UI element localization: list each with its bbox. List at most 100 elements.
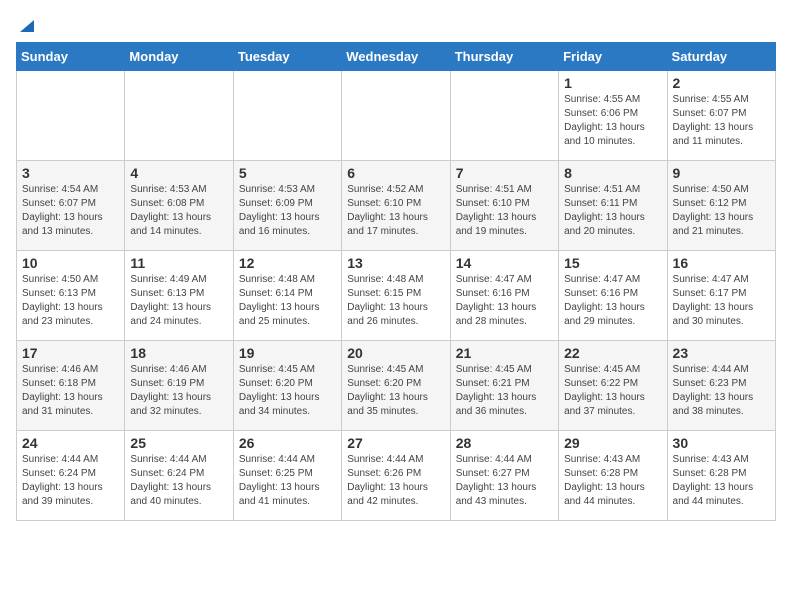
- day-info: Sunrise: 4:50 AM Sunset: 6:12 PM Dayligh…: [673, 183, 770, 239]
- week-row-2: 3 Sunrise: 4:54 AM Sunset: 6:07 PM Daylig…: [17, 161, 776, 251]
- day-info: Sunrise: 4:50 AM Sunset: 6:13 PM Dayligh…: [22, 273, 119, 329]
- day-info: Sunrise: 4:43 AM Sunset: 6:28 PM Dayligh…: [673, 453, 770, 509]
- day-info: Sunrise: 4:46 AM Sunset: 6:18 PM Dayligh…: [22, 363, 119, 419]
- day-number: 22: [564, 345, 661, 361]
- calendar-cell: 22 Sunrise: 4:45 AM Sunset: 6:22 PM Dayli…: [559, 341, 667, 431]
- day-number: 29: [564, 435, 661, 451]
- day-info: Sunrise: 4:49 AM Sunset: 6:13 PM Dayligh…: [130, 273, 227, 329]
- week-row-5: 24Sunrise: 4:44 AM Sunset: 6:24 PM Dayli…: [17, 431, 776, 521]
- day-info: Sunrise: 4:45 AM Sunset: 6:21 PM Dayligh…: [456, 363, 553, 419]
- day-header-thursday: Thursday: [450, 43, 558, 71]
- calendar-cell: 3 Sunrise: 4:54 AM Sunset: 6:07 PM Daylig…: [17, 161, 125, 251]
- calendar-cell: 14 Sunrise: 4:47 AM Sunset: 6:16 PM Dayli…: [450, 251, 558, 341]
- day-info: Sunrise: 4:44 AM Sunset: 6:24 PM Dayligh…: [22, 453, 119, 509]
- calendar-cell: 17 Sunrise: 4:46 AM Sunset: 6:18 PM Dayli…: [17, 341, 125, 431]
- week-row-3: 10 Sunrise: 4:50 AM Sunset: 6:13 PM Dayli…: [17, 251, 776, 341]
- day-info: Sunrise: 4:45 AM Sunset: 6:20 PM Dayligh…: [239, 363, 336, 419]
- calendar-cell: 21 Sunrise: 4:45 AM Sunset: 6:21 PM Dayli…: [450, 341, 558, 431]
- day-info: Sunrise: 4:45 AM Sunset: 6:20 PM Dayligh…: [347, 363, 444, 419]
- day-info: Sunrise: 4:45 AM Sunset: 6:22 PM Dayligh…: [564, 363, 661, 419]
- calendar-cell: 10 Sunrise: 4:50 AM Sunset: 6:13 PM Dayli…: [17, 251, 125, 341]
- day-info: Sunrise: 4:47 AM Sunset: 6:16 PM Dayligh…: [564, 273, 661, 329]
- day-header-monday: Monday: [125, 43, 233, 71]
- day-number: 9: [673, 165, 770, 181]
- calendar-cell: [17, 71, 125, 161]
- day-number: 21: [456, 345, 553, 361]
- day-number: 27: [347, 435, 444, 451]
- day-number: 30: [673, 435, 770, 451]
- day-number: 25: [130, 435, 227, 451]
- calendar-cell: [233, 71, 341, 161]
- day-number: 23: [673, 345, 770, 361]
- calendar-cell: 28 Sunrise: 4:44 AM Sunset: 6:27 PM Dayli…: [450, 431, 558, 521]
- week-row-1: 1 Sunrise: 4:55 AM Sunset: 6:06 PM Daylig…: [17, 71, 776, 161]
- day-info: Sunrise: 4:44 AM Sunset: 6:27 PM Dayligh…: [456, 453, 553, 509]
- day-number: 16: [673, 255, 770, 271]
- calendar-cell: 15 Sunrise: 4:47 AM Sunset: 6:16 PM Dayli…: [559, 251, 667, 341]
- day-number: 14: [456, 255, 553, 271]
- calendar-cell: 16 Sunrise: 4:47 AM Sunset: 6:17 PM Dayli…: [667, 251, 775, 341]
- calendar-cell: [125, 71, 233, 161]
- day-number: 11: [130, 255, 227, 271]
- day-info: Sunrise: 4:51 AM Sunset: 6:10 PM Dayligh…: [456, 183, 553, 239]
- calendar-cell: 13 Sunrise: 4:48 AM Sunset: 6:15 PM Dayli…: [342, 251, 450, 341]
- day-header-wednesday: Wednesday: [342, 43, 450, 71]
- day-info: Sunrise: 4:48 AM Sunset: 6:15 PM Dayligh…: [347, 273, 444, 329]
- logo-arrow-icon: [18, 16, 36, 34]
- calendar-cell: 12 Sunrise: 4:48 AM Sunset: 6:14 PM Dayli…: [233, 251, 341, 341]
- day-info: Sunrise: 4:48 AM Sunset: 6:14 PM Dayligh…: [239, 273, 336, 329]
- calendar-cell: 26Sunrise: 4:44 AM Sunset: 6:25 PM Dayli…: [233, 431, 341, 521]
- day-number: 18: [130, 345, 227, 361]
- day-number: 6: [347, 165, 444, 181]
- calendar-cell: 23 Sunrise: 4:44 AM Sunset: 6:23 PM Dayli…: [667, 341, 775, 431]
- day-number: 17: [22, 345, 119, 361]
- calendar-cell: 6 Sunrise: 4:52 AM Sunset: 6:10 PM Daylig…: [342, 161, 450, 251]
- calendar-cell: 25 Sunrise: 4:44 AM Sunset: 6:24 PM Dayli…: [125, 431, 233, 521]
- calendar-cell: 5 Sunrise: 4:53 AM Sunset: 6:09 PM Daylig…: [233, 161, 341, 251]
- calendar-cell: 19 Sunrise: 4:45 AM Sunset: 6:20 PM Dayli…: [233, 341, 341, 431]
- day-number: 15: [564, 255, 661, 271]
- day-info: Sunrise: 4:47 AM Sunset: 6:16 PM Dayligh…: [456, 273, 553, 329]
- day-number: 10: [22, 255, 119, 271]
- calendar-cell: 2 Sunrise: 4:55 AM Sunset: 6:07 PM Daylig…: [667, 71, 775, 161]
- calendar-header-row: SundayMondayTuesdayWednesdayThursdayFrid…: [17, 43, 776, 71]
- calendar-cell: 7Sunrise: 4:51 AM Sunset: 6:10 PM Daylig…: [450, 161, 558, 251]
- day-number: 12: [239, 255, 336, 271]
- day-number: 13: [347, 255, 444, 271]
- day-info: Sunrise: 4:55 AM Sunset: 6:07 PM Dayligh…: [673, 93, 770, 149]
- calendar-cell: 18 Sunrise: 4:46 AM Sunset: 6:19 PM Dayli…: [125, 341, 233, 431]
- day-header-tuesday: Tuesday: [233, 43, 341, 71]
- day-info: Sunrise: 4:44 AM Sunset: 6:24 PM Dayligh…: [130, 453, 227, 509]
- calendar-cell: 24Sunrise: 4:44 AM Sunset: 6:24 PM Dayli…: [17, 431, 125, 521]
- day-info: Sunrise: 4:51 AM Sunset: 6:11 PM Dayligh…: [564, 183, 661, 239]
- day-number: 20: [347, 345, 444, 361]
- day-header-sunday: Sunday: [17, 43, 125, 71]
- day-number: 26: [239, 435, 336, 451]
- day-number: 2: [673, 75, 770, 91]
- day-info: Sunrise: 4:52 AM Sunset: 6:10 PM Dayligh…: [347, 183, 444, 239]
- day-number: 28: [456, 435, 553, 451]
- calendar-cell: 11 Sunrise: 4:49 AM Sunset: 6:13 PM Dayli…: [125, 251, 233, 341]
- day-info: Sunrise: 4:46 AM Sunset: 6:19 PM Dayligh…: [130, 363, 227, 419]
- calendar-cell: 8 Sunrise: 4:51 AM Sunset: 6:11 PM Daylig…: [559, 161, 667, 251]
- calendar-cell: [342, 71, 450, 161]
- day-info: Sunrise: 4:54 AM Sunset: 6:07 PM Dayligh…: [22, 183, 119, 239]
- calendar-cell: 9 Sunrise: 4:50 AM Sunset: 6:12 PM Daylig…: [667, 161, 775, 251]
- day-info: Sunrise: 4:53 AM Sunset: 6:09 PM Dayligh…: [239, 183, 336, 239]
- day-number: 8: [564, 165, 661, 181]
- day-info: Sunrise: 4:44 AM Sunset: 6:23 PM Dayligh…: [673, 363, 770, 419]
- day-header-saturday: Saturday: [667, 43, 775, 71]
- day-info: Sunrise: 4:53 AM Sunset: 6:08 PM Dayligh…: [130, 183, 227, 239]
- day-number: 4: [130, 165, 227, 181]
- calendar-body: 1 Sunrise: 4:55 AM Sunset: 6:06 PM Daylig…: [17, 71, 776, 521]
- day-info: Sunrise: 4:43 AM Sunset: 6:28 PM Dayligh…: [564, 453, 661, 509]
- week-row-4: 17 Sunrise: 4:46 AM Sunset: 6:18 PM Dayli…: [17, 341, 776, 431]
- day-number: 1: [564, 75, 661, 91]
- day-info: Sunrise: 4:55 AM Sunset: 6:06 PM Dayligh…: [564, 93, 661, 149]
- calendar-cell: 30 Sunrise: 4:43 AM Sunset: 6:28 PM Dayli…: [667, 431, 775, 521]
- day-number: 19: [239, 345, 336, 361]
- day-number: 3: [22, 165, 119, 181]
- day-number: 5: [239, 165, 336, 181]
- day-info: Sunrise: 4:44 AM Sunset: 6:26 PM Dayligh…: [347, 453, 444, 509]
- day-info: Sunrise: 4:47 AM Sunset: 6:17 PM Dayligh…: [673, 273, 770, 329]
